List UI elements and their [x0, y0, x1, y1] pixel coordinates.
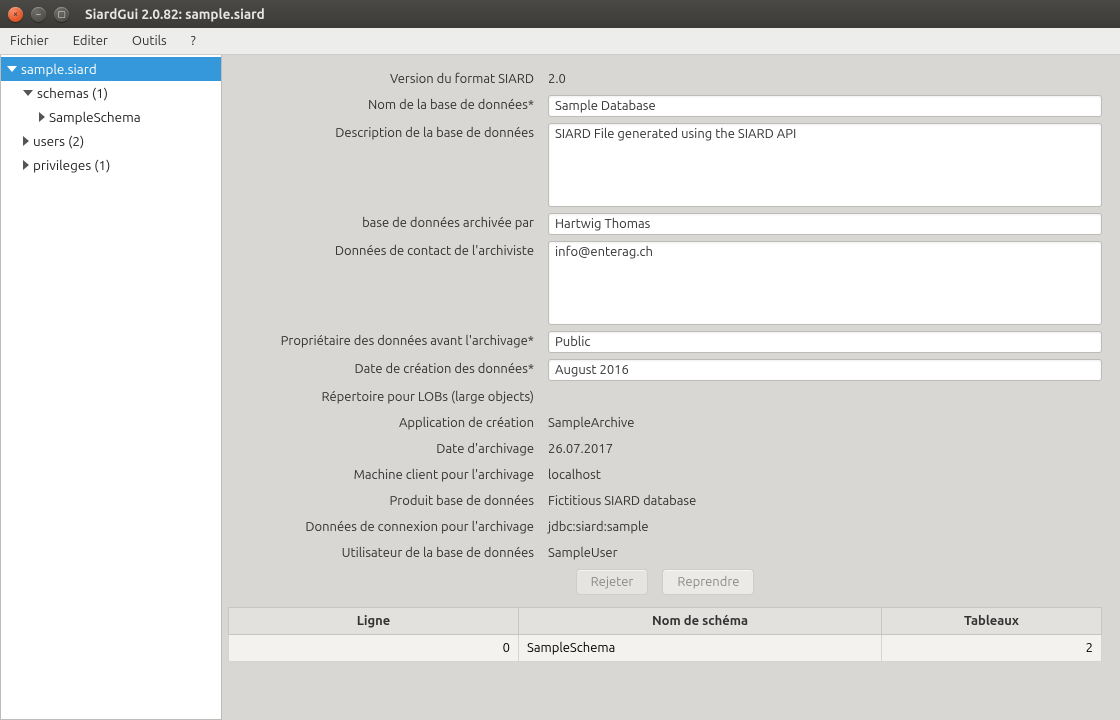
- menu-file[interactable]: Fichier: [10, 34, 49, 48]
- tree-privileges[interactable]: privileges (1): [1, 153, 221, 177]
- window-titlebar: × – ▢ SiardGui 2.0.82: sample.siard: [0, 0, 1120, 28]
- label-archiver: base de données archivée par: [228, 213, 548, 233]
- tree-users-label: users (2): [33, 133, 84, 149]
- cell-schema-name: SampleSchema: [519, 635, 882, 662]
- label-archiver-contact: Données de contact de l'archiviste: [228, 241, 548, 261]
- window-close-button[interactable]: ×: [8, 7, 23, 22]
- value-producer-app: SampleArchive: [548, 413, 634, 433]
- value-siard-version: 2.0: [548, 69, 566, 89]
- label-archive-date: Date d'archivage: [228, 439, 548, 459]
- navigation-tree[interactable]: sample.siard schemas (1) SampleSchema us…: [0, 55, 222, 720]
- input-archiver[interactable]: [548, 213, 1102, 235]
- label-origin-ts: Date de création des données*: [228, 359, 548, 379]
- tree-root[interactable]: sample.siard: [1, 57, 221, 81]
- chevron-down-icon: [23, 90, 33, 96]
- cell-table-count: 2: [882, 635, 1102, 662]
- tree-root-label: sample.siard: [21, 61, 97, 77]
- chevron-right-icon: [23, 160, 29, 170]
- label-lob-dir: Répertoire pour LOBs (large objects): [228, 387, 548, 407]
- value-archive-date: 26.07.2017: [548, 439, 613, 459]
- label-siard-version: Version du format SIARD: [228, 69, 548, 89]
- menu-edit[interactable]: Editer: [73, 34, 108, 48]
- label-producer-app: Application de création: [228, 413, 548, 433]
- window-maximize-button[interactable]: ▢: [54, 7, 69, 22]
- label-db-desc: Description de la base de données: [228, 123, 548, 143]
- menu-tools[interactable]: Outils: [132, 34, 167, 48]
- tree-schema-item[interactable]: SampleSchema: [1, 105, 221, 129]
- label-db-product: Produit base de données: [228, 491, 548, 511]
- input-origin-ts[interactable]: [548, 359, 1102, 381]
- col-schema[interactable]: Nom de schéma: [519, 608, 882, 635]
- window-minimize-button[interactable]: –: [31, 7, 46, 22]
- schema-table: Ligne Nom de schéma Tableaux 0 SampleSch…: [228, 607, 1102, 662]
- cell-row-index: 0: [229, 635, 519, 662]
- col-tables[interactable]: Tableaux: [882, 608, 1102, 635]
- tree-schemas-label: schemas (1): [37, 85, 108, 101]
- window-title: SiardGui 2.0.82: sample.siard: [85, 6, 265, 22]
- detail-panel: Version du format SIARD 2.0 Nom de la ba…: [222, 55, 1120, 720]
- tree-schemas[interactable]: schemas (1): [1, 81, 221, 105]
- chevron-down-icon: [7, 66, 17, 72]
- store-button[interactable]: Reprendre: [662, 569, 754, 595]
- label-db-name: Nom de la base de données*: [228, 95, 548, 115]
- col-row[interactable]: Ligne: [229, 608, 519, 635]
- value-client-machine: localhost: [548, 465, 601, 485]
- discard-button[interactable]: Rejeter: [576, 569, 649, 595]
- input-db-name[interactable]: [548, 95, 1102, 117]
- menu-help[interactable]: ?: [191, 34, 196, 48]
- chevron-right-icon: [23, 136, 29, 146]
- menubar: Fichier Editer Outils ?: [0, 28, 1120, 55]
- input-archiver-contact[interactable]: [548, 241, 1102, 325]
- input-data-owner[interactable]: [548, 331, 1102, 353]
- label-client-machine: Machine client pour l'archivage: [228, 465, 548, 485]
- label-data-owner: Propriétaire des données avant l'archiva…: [228, 331, 548, 351]
- input-db-desc[interactable]: [548, 123, 1102, 207]
- value-connection: jdbc:siard:sample: [548, 517, 649, 537]
- label-connection: Données de connexion pour l'archivage: [228, 517, 548, 537]
- chevron-right-icon: [39, 112, 45, 122]
- value-db-product: Fictitious SIARD database: [548, 491, 696, 511]
- tree-users[interactable]: users (2): [1, 129, 221, 153]
- label-db-user: Utilisateur de la base de données: [228, 543, 548, 563]
- table-row[interactable]: 0 SampleSchema 2: [229, 635, 1102, 662]
- form-actions: Rejeter Reprendre: [228, 569, 1102, 595]
- tree-schema-item-label: SampleSchema: [49, 109, 141, 125]
- tree-privileges-label: privileges (1): [33, 157, 110, 173]
- value-db-user: SampleUser: [548, 543, 618, 563]
